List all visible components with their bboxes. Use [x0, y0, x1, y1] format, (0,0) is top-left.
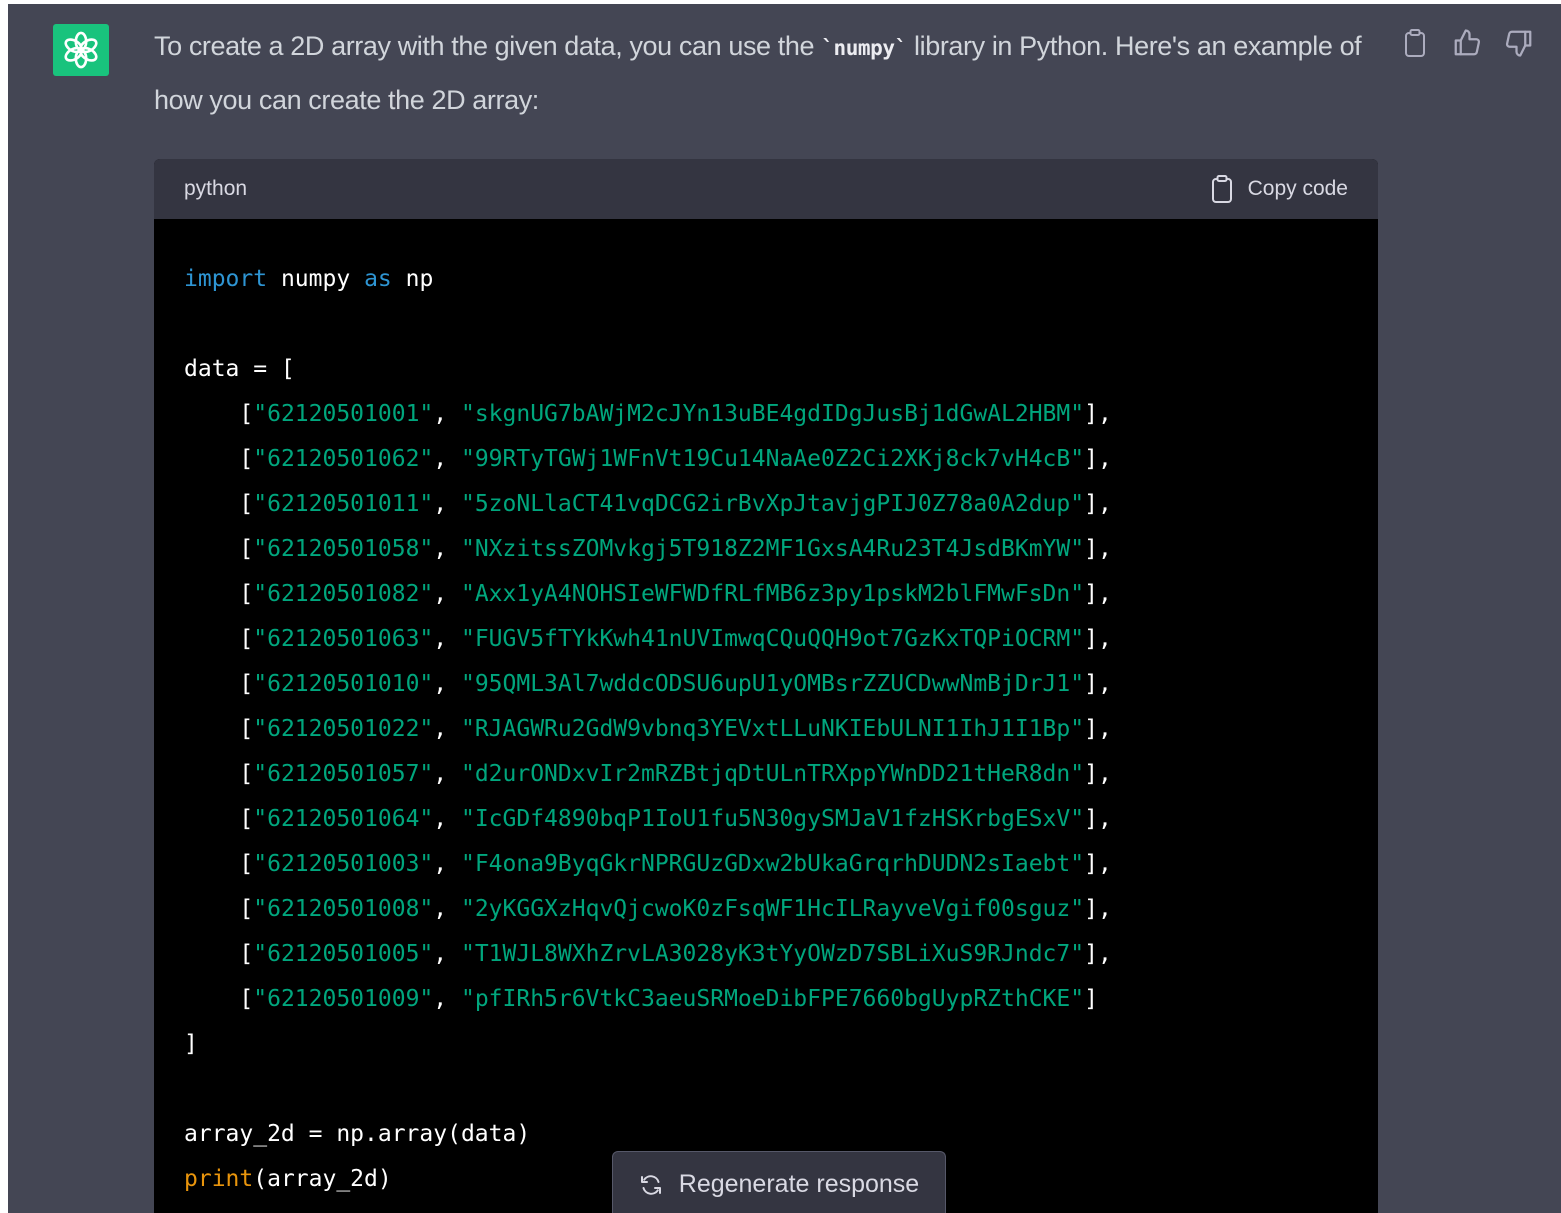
code-keyword: as	[364, 266, 392, 292]
regenerate-response-button[interactable]: Regenerate response	[612, 1151, 946, 1213]
code-data-row: ["62120501010", "95QML3Al7wddcODSU6upU1y…	[184, 671, 1112, 697]
code-language-label: python	[184, 177, 248, 200]
row-token: "NXzitssZOMvkgj5T918Z2MF1GxsA4Ru23T4JsdB…	[460, 536, 1085, 562]
row-token: "d2urONDxvIr2mRZBtjqDtULnTRXppYWnDD21tHe…	[460, 761, 1085, 787]
row-token: "95QML3Al7wddcODSU6upU1yOMBsrZZUCDwwNmBj…	[460, 671, 1085, 697]
row-token: "2yKGGXzHqvQjcwoK0zFsqWF1HcILRayveVgif00…	[460, 896, 1085, 922]
row-id: "62120501008"	[253, 896, 434, 922]
code-data-row: ["62120501057", "d2urONDxvIr2mRZBtjqDtUL…	[184, 761, 1112, 787]
row-id: "62120501005"	[253, 941, 434, 967]
row-token: "F4ona9ByqGkrNPRGUzGDxw2bUkaGrqrhDUDN2sI…	[460, 851, 1085, 877]
refresh-icon	[640, 1174, 661, 1195]
message-text-before: To create a 2D array with the given data…	[154, 31, 822, 61]
code-print-fn: print	[184, 1166, 254, 1192]
code-data-row: ["62120501064", "IcGDf4890bqP1IoU1fu5N30…	[184, 806, 1112, 832]
code-data-row: ["62120501082", "Axx1yA4NOHSIeWFWDfRLfMB…	[184, 581, 1112, 607]
row-id: "62120501001"	[253, 401, 434, 427]
row-id: "62120501057"	[253, 761, 434, 787]
assistant-message-panel: To create a 2D array with the given data…	[8, 4, 1561, 1213]
assistant-message-text: To create a 2D array with the given data…	[154, 20, 1384, 126]
row-id: "62120501058"	[253, 536, 434, 562]
code-data-rows: ["62120501001", "skgnUG7bAWjM2cJYn13uBE4…	[184, 401, 1112, 1012]
code-data-row: ["62120501062", "99RTyTGWj1WFnVt19Cu14Na…	[184, 446, 1112, 472]
code-data-row: ["62120501058", "NXzitssZOMvkgj5T918Z2MF…	[184, 536, 1112, 562]
code-data-row: ["62120501009", "pfIRh5r6VtkC3aeuSRMoeDi…	[184, 986, 1098, 1012]
code-data-row: ["62120501003", "F4ona9ByqGkrNPRGUzGDxw2…	[184, 851, 1112, 877]
row-token: "IcGDf4890bqP1IoU1fu5N30gySMJaV1fzHSKrbg…	[460, 806, 1085, 832]
row-id: "62120501064"	[253, 806, 434, 832]
copy-code-label: Copy code	[1247, 177, 1348, 200]
clipboard-icon	[1405, 29, 1425, 57]
code-print-args: (array_2d)	[253, 1166, 392, 1192]
row-id: "62120501009"	[253, 986, 434, 1012]
code-data-row: ["62120501063", "FUGV5fTYkKwh41nUVImwqCQ…	[184, 626, 1112, 652]
copy-message-button[interactable]	[1400, 26, 1430, 60]
row-id: "62120501022"	[253, 716, 434, 742]
thumbs-up-icon	[1454, 29, 1481, 56]
copy-code-button[interactable]: Copy code	[1210, 174, 1348, 204]
row-token: "RJAGWRu2GdW9vbnq3YEVxtLLuNKIEbULNI1IhJ1…	[460, 716, 1085, 742]
code-keyword: import	[184, 266, 268, 292]
row-id: "62120501003"	[253, 851, 434, 877]
row-id: "62120501082"	[253, 581, 434, 607]
code-block: python Copy code import numpy as np data…	[154, 159, 1378, 1213]
code-data-row: ["62120501022", "RJAGWRu2GdW9vbnq3YEVxtL…	[184, 716, 1112, 742]
code-data-row: ["62120501008", "2yKGGXzHqvQjcwoK0zFsqWF…	[184, 896, 1112, 922]
code-data-row: ["62120501011", "5zoNLlaCT41vqDCG2irBvXp…	[184, 491, 1112, 517]
row-token: "5zoNLlaCT41vqDCG2irBvXpJtavjgPIJ0Z78a0A…	[460, 491, 1085, 517]
row-token: "skgnUG7bAWjM2cJYn13uBE4gdIDgJusBj1dGwAL…	[460, 401, 1085, 427]
code-array-line: array_2d = np.array(data)	[184, 1121, 531, 1147]
clipboard-icon	[1211, 175, 1232, 203]
row-id: "62120501011"	[253, 491, 434, 517]
openai-logo-icon	[53, 24, 109, 76]
code-content: import numpy as np data = [ ["6212050100…	[154, 219, 1378, 1202]
inline-code: `numpy`	[821, 36, 907, 60]
row-id: "62120501010"	[253, 671, 434, 697]
row-token: "Axx1yA4NOHSIeWFWDfRLfMB6z3py1pskM2blFMw…	[460, 581, 1085, 607]
row-id: "62120501063"	[253, 626, 434, 652]
code-data-close: ]	[184, 1031, 198, 1057]
row-token: "pfIRh5r6VtkC3aeuSRMoeDibFPE7660bgUypRZt…	[460, 986, 1085, 1012]
code-data-row: ["62120501001", "skgnUG7bAWjM2cJYn13uBE4…	[184, 401, 1112, 427]
message-actions	[1400, 26, 1534, 60]
code-block-header: python Copy code	[154, 159, 1378, 219]
code-data-open: data = [	[184, 356, 295, 382]
code-module: numpy	[280, 266, 351, 292]
row-token: "T1WJL8WXhZrvLA3028yK3tYyOWzD7SBLiXuS9RJ…	[460, 941, 1085, 967]
thumbs-down-button[interactable]	[1504, 26, 1534, 60]
row-id: "62120501062"	[253, 446, 434, 472]
row-token: "FUGV5fTYkKwh41nUVImwqCQuQQH9ot7GzKxTQPi…	[460, 626, 1085, 652]
regenerate-label: Regenerate response	[678, 1170, 920, 1198]
code-data-row: ["62120501005", "T1WJL8WXhZrvLA3028yK3tY…	[184, 941, 1112, 967]
thumbs-down-icon	[1505, 30, 1532, 57]
thumbs-up-button[interactable]	[1452, 26, 1482, 60]
code-alias: np	[405, 266, 434, 292]
row-token: "99RTyTGWj1WFnVt19Cu14NaAe0Z2Ci2XKj8ck7v…	[460, 446, 1085, 472]
